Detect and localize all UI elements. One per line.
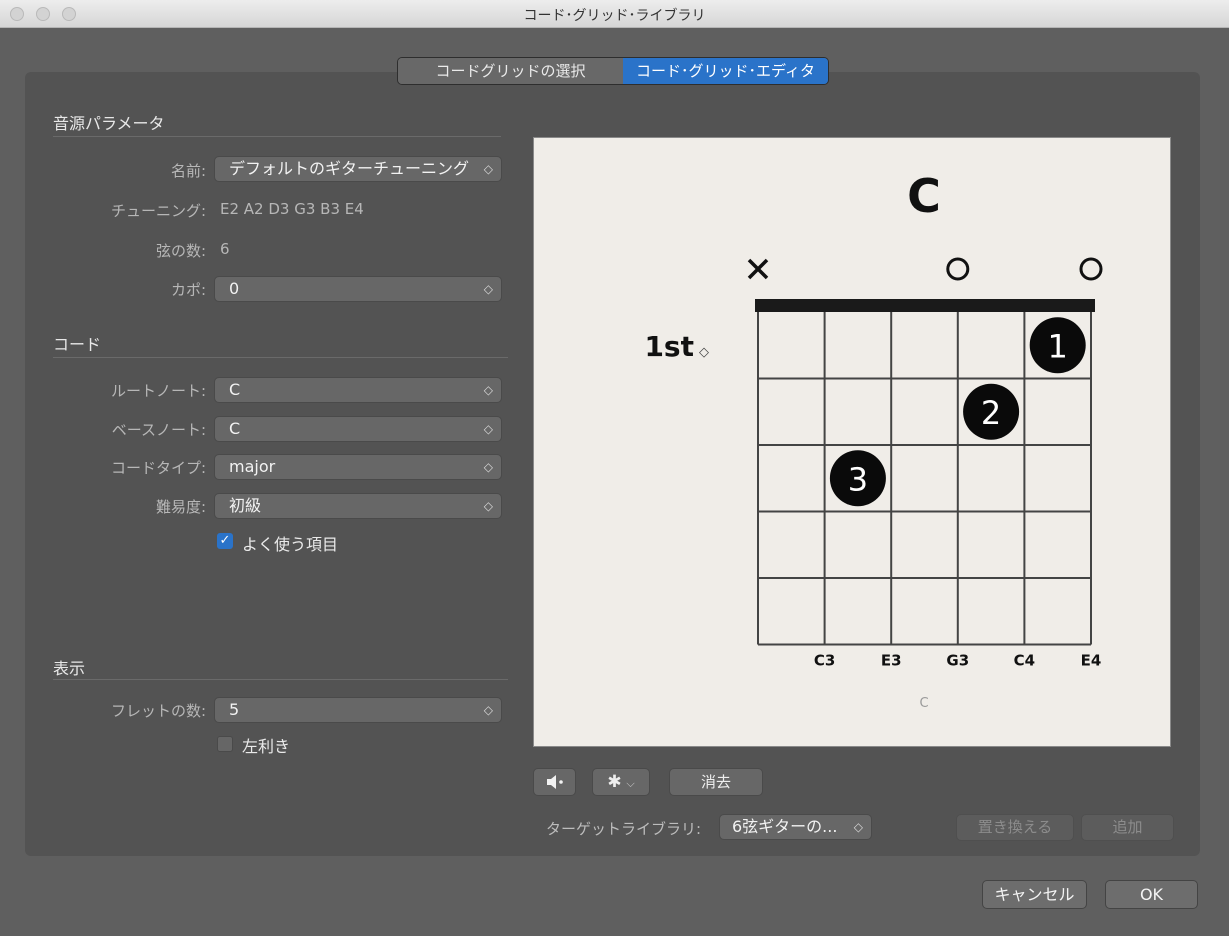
- note-label: C4: [1014, 652, 1035, 670]
- difficulty-value: 初級: [229, 496, 262, 515]
- ok-button[interactable]: OK: [1105, 880, 1198, 909]
- root-note-label: ルートノート:: [110, 382, 206, 400]
- difficulty-popup[interactable]: 初級 ◇: [214, 493, 502, 519]
- frets-label: フレットの数:: [110, 702, 206, 720]
- chevron-updown-icon: ◇: [483, 422, 493, 436]
- bass-note-label: ベースノート:: [111, 421, 206, 439]
- chord-type-value: major: [229, 457, 276, 476]
- chord-divider: [53, 357, 508, 358]
- chevron-updown-icon: ◇: [853, 820, 863, 834]
- speaker-icon: [546, 775, 563, 789]
- chord-section-title: コード: [53, 335, 102, 354]
- replace-button[interactable]: 置き換える: [956, 814, 1074, 841]
- note-label: E4: [1081, 652, 1102, 670]
- finger-number: 2: [981, 394, 1001, 432]
- strings-label: 弦の数:: [155, 242, 206, 260]
- chord-caption: C: [919, 696, 928, 711]
- chevron-down-icon: ⌵: [626, 777, 635, 790]
- settings-menu-button[interactable]: ✱ ⌵: [592, 768, 650, 796]
- name-label: 名前:: [170, 162, 206, 180]
- capo-popup-value: 0: [229, 279, 240, 298]
- target-library-value: 6弦ギターの...: [732, 817, 838, 836]
- add-button[interactable]: 追加: [1081, 814, 1174, 841]
- target-library-label: ターゲットライブラリ:: [546, 820, 702, 838]
- finger-number: 3: [848, 460, 868, 498]
- chevron-updown-icon: ◇: [483, 162, 493, 176]
- open-string-marker[interactable]: [1079, 257, 1103, 281]
- note-label: G3: [946, 652, 969, 670]
- gear-icon: ✱: [607, 772, 622, 792]
- open-string-marker[interactable]: [946, 257, 970, 281]
- chevron-updown-icon: ◇: [483, 383, 493, 397]
- position-stepper-icon[interactable]: ◇: [699, 345, 709, 360]
- chevron-updown-icon: ◇: [483, 460, 493, 474]
- chevron-updown-icon: ◇: [483, 282, 493, 296]
- difficulty-label: 難易度:: [155, 498, 206, 516]
- capo-popup[interactable]: 0 ◇: [214, 276, 502, 302]
- play-sound-button[interactable]: [533, 768, 576, 796]
- strings-value: 6: [220, 240, 230, 258]
- frets-popup[interactable]: 5 ◇: [214, 697, 502, 723]
- fret-position-label[interactable]: 1st: [644, 330, 694, 363]
- root-note-value: C: [229, 380, 241, 399]
- string-markers: [747, 257, 1103, 281]
- bass-note-popup[interactable]: C ◇: [214, 416, 502, 442]
- favorite-label: よく使う項目: [242, 535, 339, 554]
- chord-type-popup[interactable]: major ◇: [214, 454, 502, 480]
- display-divider: [53, 679, 508, 680]
- instrument-divider: [53, 136, 501, 137]
- instrument-section-title: 音源パラメータ: [53, 114, 165, 133]
- clear-button[interactable]: 消去: [669, 768, 763, 796]
- chevron-updown-icon: ◇: [483, 703, 493, 717]
- note-label: E3: [881, 652, 902, 670]
- tab-bar: コードグリッドの選択 コード･グリッド･エディタ: [397, 57, 829, 85]
- bass-note-value: C: [229, 419, 241, 438]
- tuning-label: チューニング:: [110, 202, 206, 220]
- window-title: コード･グリッド･ライブラリ: [523, 8, 706, 24]
- name-popup-value: デフォルトのギターチューニング: [229, 159, 470, 178]
- target-library-popup[interactable]: 6弦ギターの... ◇: [719, 814, 872, 840]
- chord-name: C: [907, 169, 941, 223]
- nut: [755, 299, 1095, 312]
- favorite-checkbox[interactable]: ✓: [217, 533, 233, 549]
- capo-label: カポ:: [170, 281, 206, 299]
- finger-number: 1: [1048, 327, 1068, 365]
- name-popup[interactable]: デフォルトのギターチューニング ◇: [214, 156, 502, 182]
- note-label: C3: [814, 652, 835, 670]
- title-bar: コード･グリッド･ライブラリ: [0, 0, 1229, 28]
- chord-type-label: コードタイプ:: [110, 459, 206, 477]
- chord-grid-svg[interactable]: C 1st ◇ 1 2 3 C3 E3 G3 C4 E4 C: [534, 138, 1170, 746]
- note-labels: C3 E3 G3 C4 E4: [814, 652, 1101, 670]
- chevron-updown-icon: ◇: [483, 499, 493, 513]
- tab-chord-grid-editor[interactable]: コード･グリッド･エディタ: [623, 58, 828, 84]
- display-section-title: 表示: [53, 659, 86, 678]
- left-handed-checkbox[interactable]: [217, 736, 233, 752]
- frets-value: 5: [229, 700, 240, 719]
- cancel-button[interactable]: キャンセル: [982, 880, 1087, 909]
- tuning-value: E2 A2 D3 G3 B3 E4: [220, 200, 364, 218]
- root-note-popup[interactable]: C ◇: [214, 377, 502, 403]
- chord-grid-canvas[interactable]: C 1st ◇ 1 2 3 C3 E3 G3 C4 E4 C: [533, 137, 1171, 747]
- left-handed-label: 左利き: [242, 737, 291, 756]
- tab-chord-grid-select[interactable]: コードグリッドの選択: [398, 58, 623, 84]
